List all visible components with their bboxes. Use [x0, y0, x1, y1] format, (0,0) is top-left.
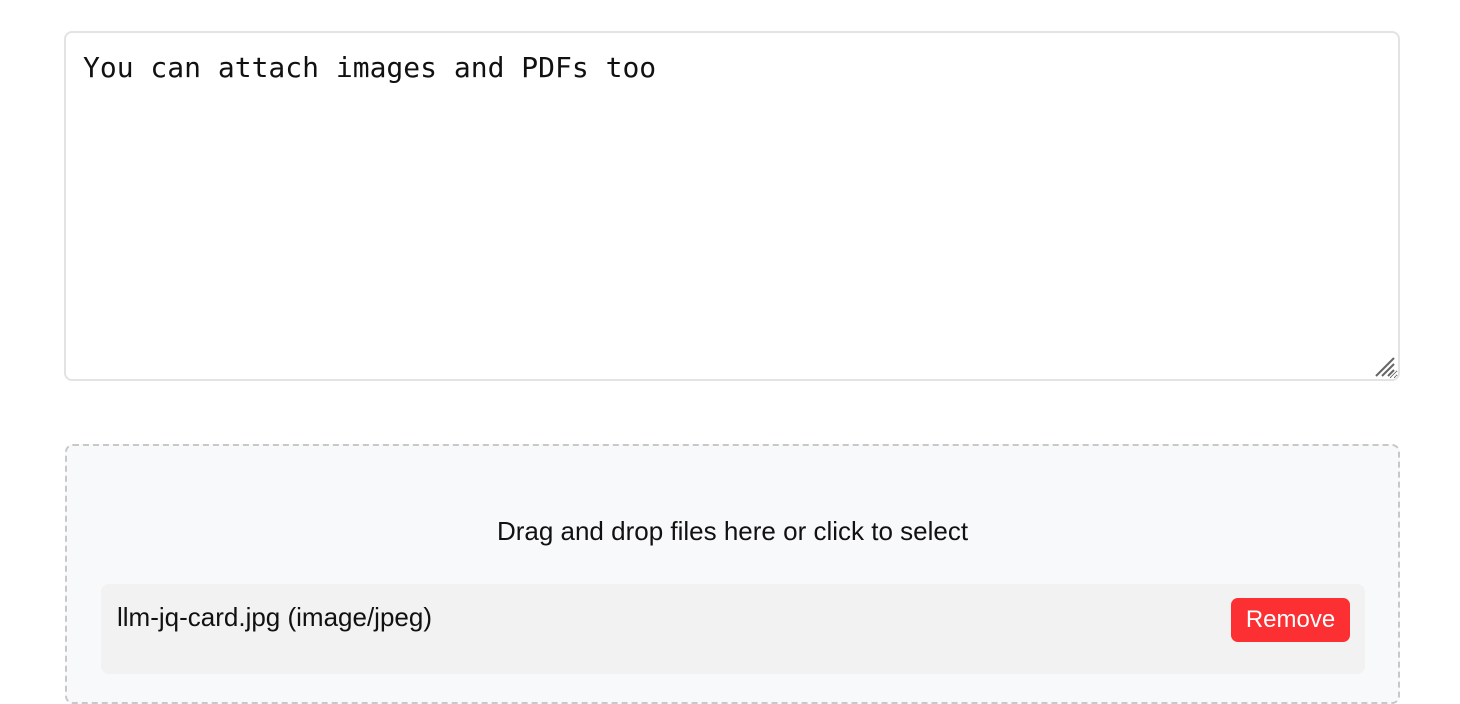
resize-handle-icon[interactable] [1372, 354, 1396, 378]
prompt-textarea[interactable]: You can attach images and PDFs too [64, 31, 1400, 381]
file-list-item: llm-jq-card.jpg (image/jpeg) Remove [101, 584, 1365, 674]
file-name: llm-jq-card.jpg (image/jpeg) [117, 602, 432, 632]
dropzone-label: Drag and drop files here or click to sel… [496, 516, 969, 546]
remove-file-button[interactable]: Remove [1231, 598, 1350, 642]
file-dropzone[interactable]: Drag and drop files here or click to sel… [65, 444, 1400, 704]
